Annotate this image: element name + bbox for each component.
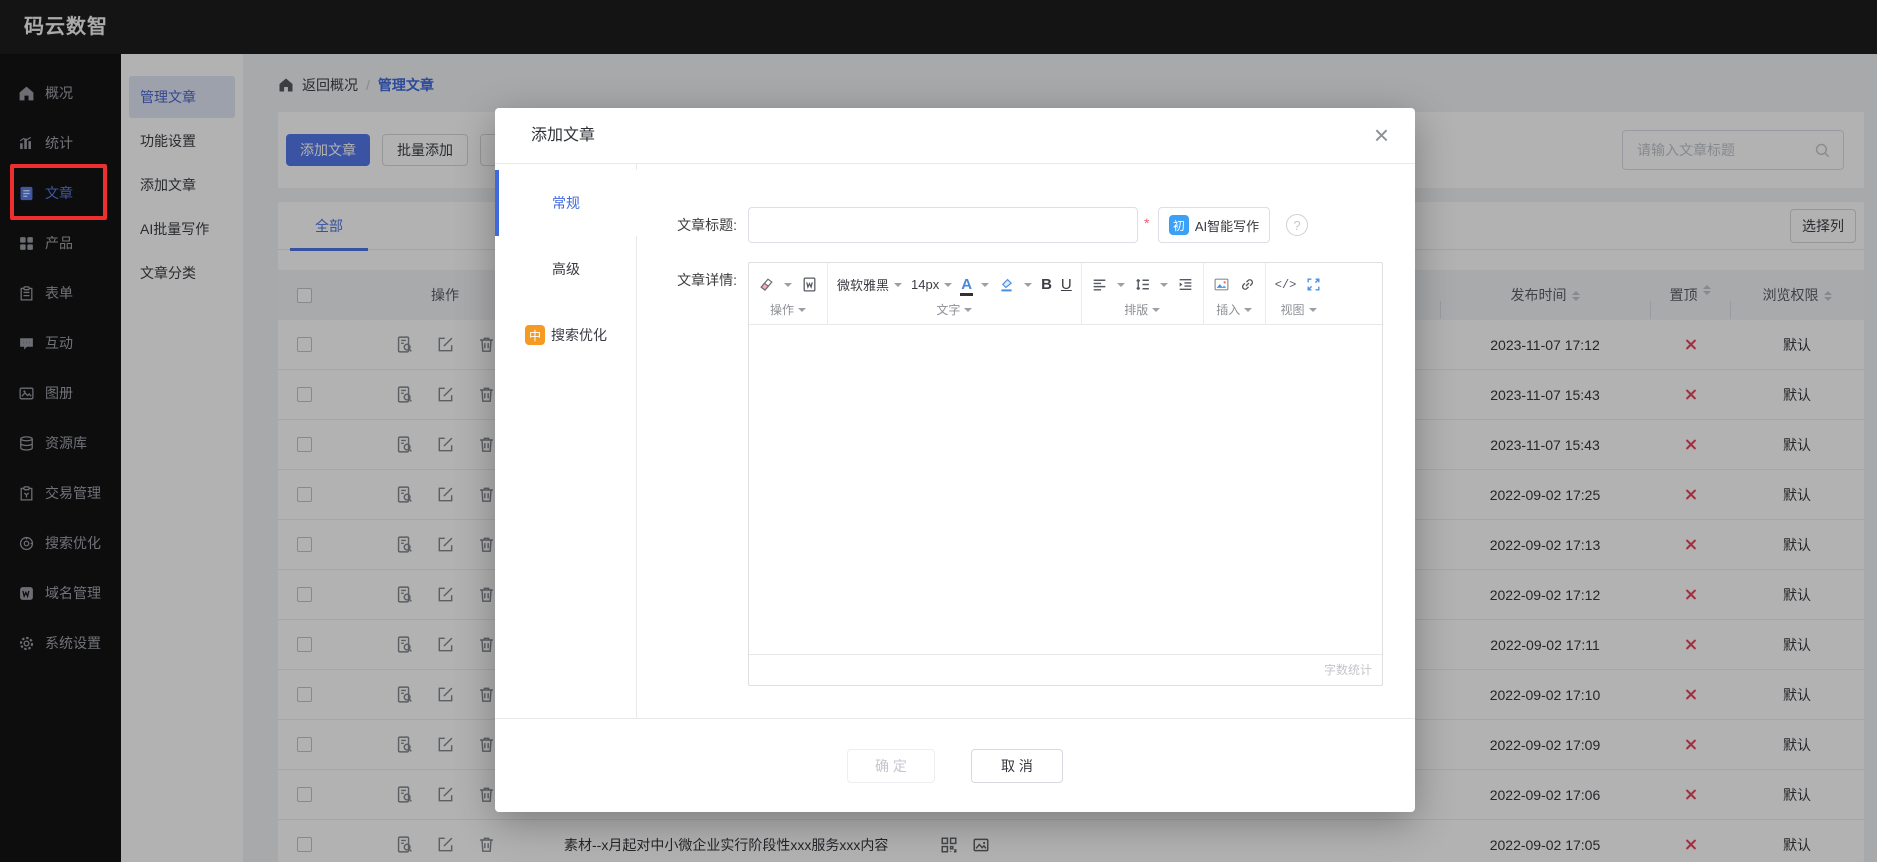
toolbar-group-view: </> 视图 [1266,263,1332,324]
app-root: 码云数智 概况 统计 文章 产品 表单 互动 图册 资源库 交易管理 搜索优化 域名管理 系统设置 管… [0,0,1877,862]
group-label-layout[interactable]: 排版 [1124,301,1161,318]
dropdown-caret[interactable] [981,282,990,291]
font-family-select[interactable]: 微软雅黑 [837,275,903,294]
modal-tabs: 常规 高级 中 搜索优化 [495,170,637,368]
word-count-bar: 字数统计 [749,654,1382,685]
ai-badge-icon: 初 [1168,215,1189,235]
tab-seo[interactable]: 中 搜索优化 [495,302,637,368]
group-label-operate[interactable]: 操作 [770,301,806,318]
article-title-input[interactable] [748,207,1138,243]
add-article-modal: 添加文章 × 常规 高级 中 搜索优化 文章标题: * 初 AI智能写作 ? 文… [495,108,1415,812]
tab-general[interactable]: 常规 [495,170,637,236]
seo-badge-icon: 中 [525,325,545,345]
article-detail-label: 文章详情: [677,272,737,288]
underline-icon[interactable]: U [1061,276,1072,293]
highlight-icon[interactable] [998,276,1015,293]
toolbar-group-layout: 排版 [1082,263,1204,324]
align-icon[interactable] [1091,276,1108,293]
line-height-icon[interactable] [1134,276,1151,293]
insert-link-icon[interactable] [1239,276,1256,293]
source-code-icon[interactable]: </> [1275,278,1297,292]
font-size-select[interactable]: 14px [911,277,953,292]
required-mark: * [1144,215,1150,231]
editor-toolbar: 操作 微软雅黑 14px A B U 文字 排版 插入 </> 视图 [749,263,1382,325]
indent-icon[interactable] [1177,276,1194,293]
dropdown-caret[interactable] [1159,282,1168,291]
group-label-insert[interactable]: 插入 [1216,301,1253,318]
confirm-button[interactable]: 确 定 [847,748,935,783]
close-icon[interactable]: × [1374,118,1389,152]
dropdown-caret[interactable] [784,282,792,291]
cancel-button[interactable]: 取 消 [971,748,1063,783]
toolbar-group-text: 微软雅黑 14px A B U 文字 [828,263,1082,324]
modal-title: 添加文章 [531,127,596,144]
insert-image-icon[interactable] [1213,276,1230,293]
word-import-icon[interactable] [801,276,818,293]
modal-header: 添加文章 × [495,108,1415,164]
dropdown-caret[interactable] [1024,282,1033,291]
toolbar-group-insert: 插入 [1204,263,1266,324]
group-label-text[interactable]: 文字 [936,301,973,318]
fullscreen-icon[interactable] [1305,276,1322,293]
modal-footer: 确 定 取 消 [495,718,1415,812]
tab-advanced[interactable]: 高级 [495,236,637,302]
dropdown-caret[interactable] [1116,282,1125,291]
article-title-label: 文章标题: [677,217,737,233]
help-icon[interactable]: ? [1286,214,1308,236]
eraser-icon[interactable] [758,276,775,293]
rich-text-editor: 操作 微软雅黑 14px A B U 文字 排版 插入 </> 视图 字数统计 [748,262,1383,686]
font-color-icon[interactable]: A [960,277,973,296]
editor-content-area[interactable] [749,325,1382,654]
ai-write-button[interactable]: 初 AI智能写作 [1158,207,1270,243]
toolbar-group-operate: 操作 [749,263,828,324]
group-label-view[interactable]: 视图 [1281,301,1317,318]
bold-icon[interactable]: B [1041,276,1052,293]
